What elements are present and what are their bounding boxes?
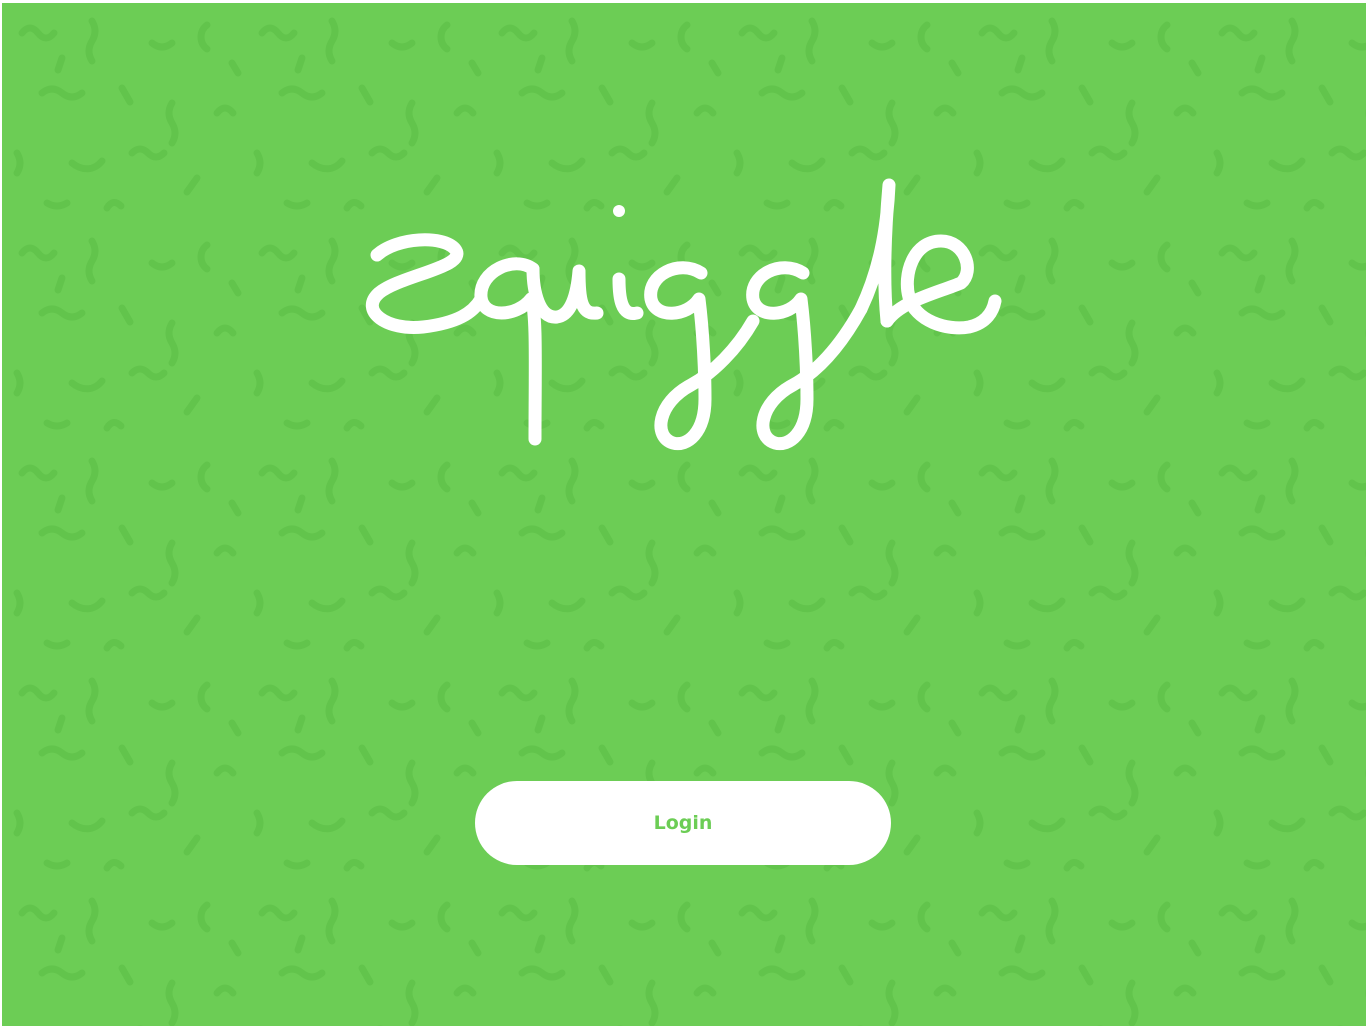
squiggle-logo: squiggle xyxy=(365,178,1002,451)
login-button[interactable]: Login xyxy=(475,781,891,865)
squiggle-pattern-background xyxy=(2,3,1366,1026)
login-screen: squiggle Login xyxy=(2,3,1366,1026)
